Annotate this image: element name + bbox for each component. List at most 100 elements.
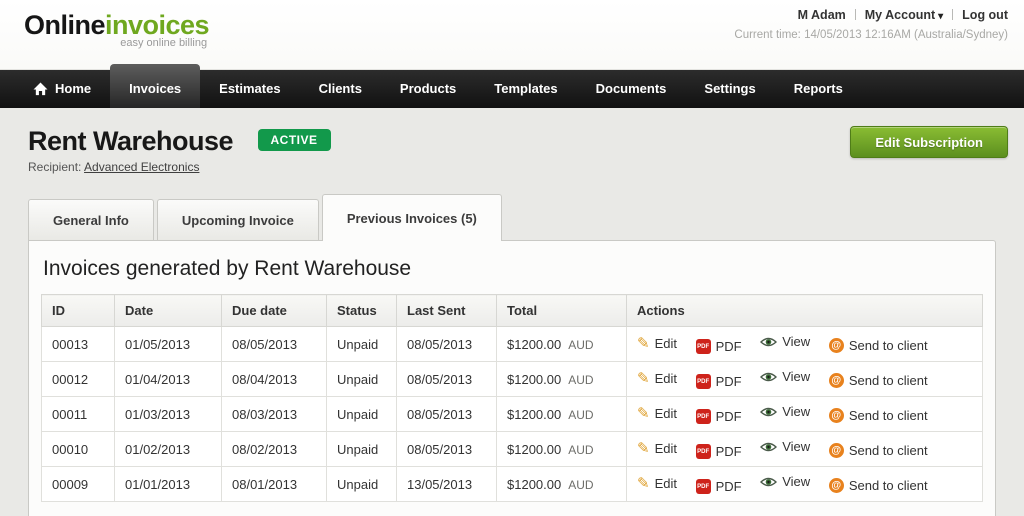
edit-label: Edit bbox=[655, 406, 677, 421]
edit-action[interactable]: ✎ Edit bbox=[637, 371, 677, 386]
pdf-action[interactable]: PDFPDF bbox=[696, 374, 742, 389]
cell-date: 01/04/2013 bbox=[115, 362, 222, 397]
column-header-status: Status bbox=[327, 295, 397, 327]
table-row: 00011 01/03/2013 08/03/2013 Unpaid 08/05… bbox=[42, 397, 983, 432]
send-to-client-action[interactable]: @Send to client bbox=[829, 408, 928, 423]
view-action[interactable]: View bbox=[760, 369, 810, 384]
send-to-client-action[interactable]: @Send to client bbox=[829, 338, 928, 353]
nav-item-invoices[interactable]: Invoices bbox=[110, 64, 200, 108]
send-label: Send to client bbox=[849, 478, 928, 493]
cell-status: Unpaid bbox=[327, 362, 397, 397]
cell-actions: ✎Edit PDFPDF View @Send to client bbox=[627, 327, 983, 362]
cell-date: 01/02/2013 bbox=[115, 432, 222, 467]
pdf-icon: PDF bbox=[696, 409, 711, 424]
cell-due-date: 08/05/2013 bbox=[222, 327, 327, 362]
column-header-last-sent: Last Sent bbox=[397, 295, 497, 327]
pdf-label: PDF bbox=[716, 339, 742, 354]
pdf-action[interactable]: PDF PDF bbox=[696, 409, 742, 424]
pdf-action[interactable]: PDFPDF bbox=[696, 339, 742, 354]
total-amount: $1200.00 bbox=[507, 407, 561, 422]
user-name-link[interactable]: M Adam bbox=[798, 8, 846, 22]
nav-item-estimates[interactable]: Estimates bbox=[200, 70, 299, 108]
nav-item-reports[interactable]: Reports bbox=[775, 70, 862, 108]
cell-id: 00013 bbox=[42, 327, 115, 362]
nav-item-label: Documents bbox=[596, 70, 667, 108]
cell-date: 01/03/2013 bbox=[115, 397, 222, 432]
nav-item-products[interactable]: Products bbox=[381, 70, 475, 108]
edit-action[interactable]: ✎Edit bbox=[637, 476, 677, 491]
nav-item-documents[interactable]: Documents bbox=[577, 70, 686, 108]
total-amount: $1200.00 bbox=[507, 442, 561, 457]
home-icon bbox=[33, 82, 48, 96]
at-icon: @ bbox=[829, 373, 844, 388]
table-row: 00009 01/01/2013 08/01/2013 Unpaid 13/05… bbox=[42, 467, 983, 502]
divider bbox=[952, 9, 953, 20]
view-label: View bbox=[782, 439, 810, 454]
nav-item-label: Clients bbox=[319, 70, 362, 108]
nav-item-templates[interactable]: Templates bbox=[475, 70, 576, 108]
cell-total: $1200.00 AUD bbox=[497, 397, 627, 432]
send-to-client-action[interactable]: @Send to client bbox=[829, 373, 928, 388]
view-action[interactable]: View bbox=[760, 334, 810, 349]
view-action[interactable]: View bbox=[760, 474, 810, 489]
at-icon: @ bbox=[829, 478, 844, 493]
currency-code: AUD bbox=[568, 443, 593, 457]
my-account-label: My Account bbox=[865, 8, 935, 22]
pdf-label: PDF bbox=[716, 409, 742, 424]
total-amount: $1200.00 bbox=[507, 477, 561, 492]
tab-general-info[interactable]: General Info bbox=[28, 199, 154, 240]
edit-label: Edit bbox=[655, 371, 677, 386]
cell-date: 01/05/2013 bbox=[115, 327, 222, 362]
pencil-icon: ✎ bbox=[637, 371, 650, 386]
pdf-action[interactable]: PDFPDF bbox=[696, 479, 742, 494]
my-account-menu[interactable]: My Account▾ bbox=[865, 8, 943, 22]
table-row: 00012 01/04/2013 08/04/2013 Unpaid 08/05… bbox=[42, 362, 983, 397]
edit-action[interactable]: ✎Edit bbox=[637, 441, 677, 456]
nav-item-label: Invoices bbox=[129, 70, 181, 108]
currency-code: AUD bbox=[568, 408, 593, 422]
nav-item-label: Estimates bbox=[219, 70, 280, 108]
page-title: Rent Warehouse bbox=[28, 126, 233, 157]
cell-status: Unpaid bbox=[327, 432, 397, 467]
pencil-icon: ✎ bbox=[637, 441, 650, 456]
view-action[interactable]: View bbox=[760, 404, 810, 419]
pdf-action[interactable]: PDFPDF bbox=[696, 444, 742, 459]
top-header: Onlineinvoices easy online billing M Ada… bbox=[0, 0, 1024, 70]
header-user-area: M AdamMy Account▾Log out Current time: 1… bbox=[734, 8, 1008, 41]
edit-action[interactable]: ✎ Edit bbox=[637, 406, 677, 421]
tab-bar: General Info Upcoming Invoice Previous I… bbox=[28, 194, 996, 240]
cell-due-date: 08/04/2013 bbox=[222, 362, 327, 397]
main-nav: Home Invoices Estimates Clients Products… bbox=[0, 70, 1024, 108]
cell-last-sent: 08/05/2013 bbox=[397, 397, 497, 432]
logout-link[interactable]: Log out bbox=[962, 8, 1008, 22]
app-logo[interactable]: Onlineinvoices easy online billing bbox=[24, 10, 209, 49]
send-label: Send to client bbox=[849, 408, 928, 423]
pdf-icon: PDF bbox=[696, 374, 711, 389]
edit-label: Edit bbox=[655, 476, 677, 491]
tab-upcoming-invoice[interactable]: Upcoming Invoice bbox=[157, 199, 319, 240]
edit-label: Edit bbox=[655, 336, 677, 351]
recipient-link[interactable]: Advanced Electronics bbox=[84, 160, 199, 174]
send-label: Send to client bbox=[849, 338, 928, 353]
cell-total: $1200.00AUD bbox=[497, 467, 627, 502]
view-action[interactable]: View bbox=[760, 439, 810, 454]
edit-action[interactable]: ✎Edit bbox=[637, 336, 677, 351]
user-row: M Adam My Account▾ Log out bbox=[734, 8, 1008, 22]
cell-total: $1200.00 AUD bbox=[497, 432, 627, 467]
pencil-icon: ✎ bbox=[637, 406, 650, 421]
send-to-client-action[interactable]: @ Send to client bbox=[829, 478, 928, 493]
eye-icon bbox=[760, 441, 777, 453]
pdf-label: PDF bbox=[716, 444, 742, 459]
currency-code: AUD bbox=[568, 373, 593, 387]
nav-item-settings[interactable]: Settings bbox=[685, 70, 774, 108]
status-badge: ACTIVE bbox=[258, 129, 331, 151]
cell-last-sent: 08/05/2013 bbox=[397, 327, 497, 362]
edit-subscription-button[interactable]: Edit Subscription bbox=[850, 126, 1008, 158]
eye-icon bbox=[760, 476, 777, 488]
nav-item-home[interactable]: Home bbox=[14, 70, 110, 108]
divider bbox=[855, 9, 856, 20]
tab-panel: Invoices generated by Rent Warehouse ID … bbox=[28, 240, 996, 516]
nav-item-clients[interactable]: Clients bbox=[300, 70, 381, 108]
send-to-client-action[interactable]: @Send to client bbox=[829, 443, 928, 458]
tab-previous-invoices[interactable]: Previous Invoices (5) bbox=[322, 194, 502, 241]
